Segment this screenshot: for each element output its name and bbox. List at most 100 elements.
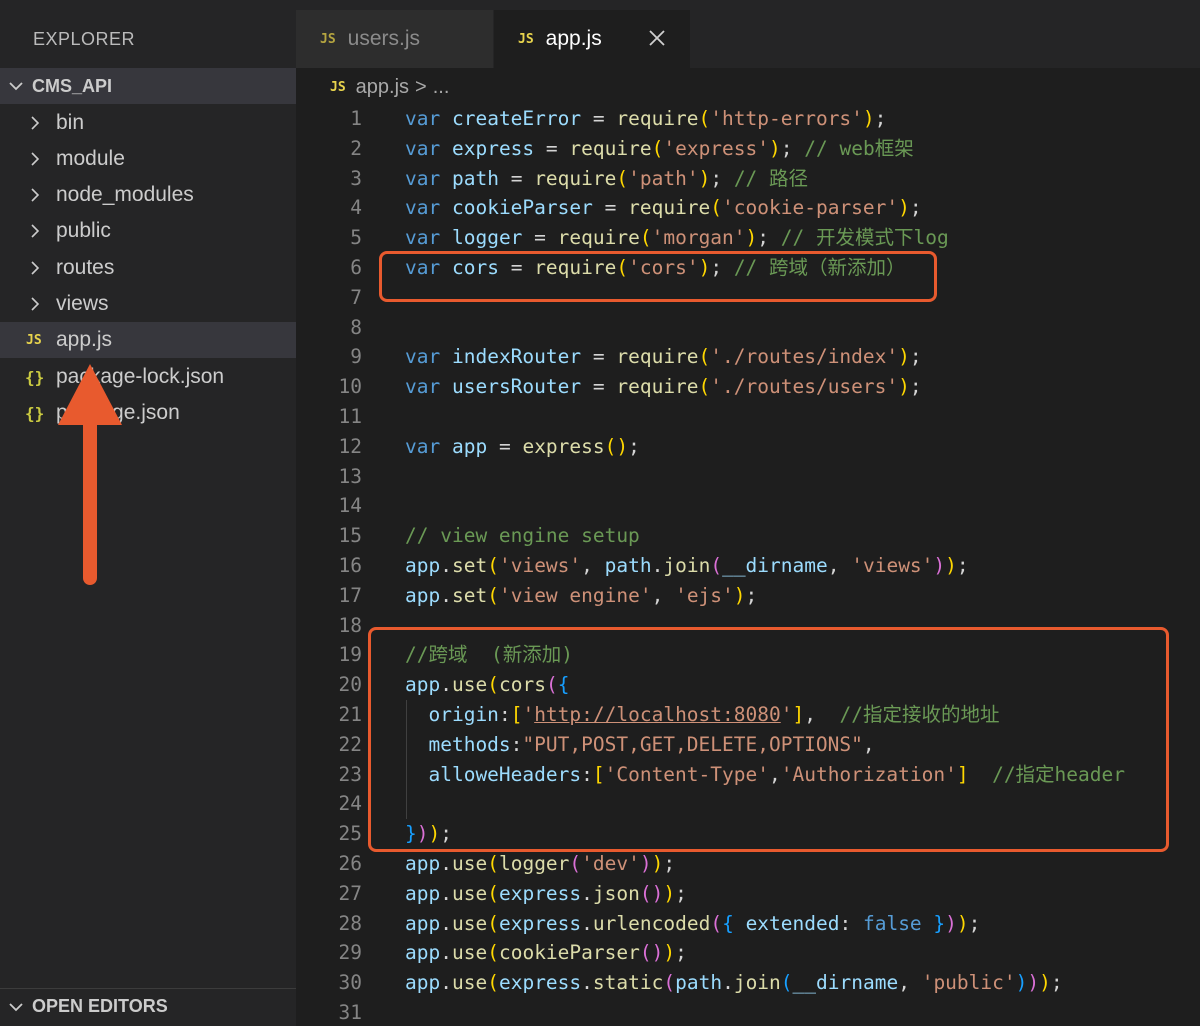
tree-item-label: package.json	[56, 401, 180, 424]
code-token: var	[405, 345, 441, 369]
code-line[interactable]: 17 app.set('view engine', 'ejs');	[296, 581, 1200, 611]
code-token: .	[440, 852, 452, 875]
js-file-icon: JS	[26, 332, 42, 348]
code-token: (	[710, 911, 723, 935]
line-number: 24	[338, 792, 362, 816]
code-token: path	[604, 554, 652, 577]
code-line[interactable]: 9 var indexRouter = require('./routes/ind…	[296, 342, 1200, 372]
code-token: )	[898, 196, 910, 220]
js-file-icon: JS	[330, 79, 346, 95]
code-token: ;	[663, 852, 676, 875]
code-token: join	[733, 971, 781, 995]
close-icon[interactable]	[646, 27, 668, 49]
code-token: (	[569, 852, 582, 875]
code-line[interactable]: 30 app.use(express.static(path.join(__dir…	[296, 968, 1200, 998]
code-line[interactable]: 11	[296, 402, 1200, 432]
explorer-title: EXPLORER	[33, 29, 136, 49]
line-number: 13	[338, 464, 362, 488]
line-number: 4	[350, 196, 362, 220]
chevron-right-icon	[30, 296, 40, 312]
code-line[interactable]: 1 var createError = require('http-errors'…	[296, 104, 1200, 134]
tree-folder-routes[interactable]: routes	[0, 250, 296, 286]
breadcrumb[interactable]: JS app.js > ...	[330, 74, 449, 100]
code-token: )	[663, 881, 676, 905]
tree-item-label: module	[56, 147, 125, 170]
tree-file-app-js[interactable]: JS app.js	[0, 322, 296, 358]
code-token: ;	[757, 226, 781, 250]
code-text: app.use(express.json());	[405, 879, 687, 909]
code-token: )	[698, 166, 711, 190]
code-token: app	[405, 852, 441, 875]
code-line[interactable]: 2 var express = require('express'); // we…	[296, 134, 1200, 164]
code-line[interactable]: 13	[296, 462, 1200, 492]
tab-app-js[interactable]: JS app.js	[494, 10, 690, 68]
code-token: logger	[451, 226, 523, 250]
code-token: app	[405, 881, 441, 905]
line-number: 14	[338, 494, 362, 518]
code-line[interactable]: 28 app.use(express.urlencoded({ extended:…	[296, 909, 1200, 939]
code-token: )	[898, 345, 910, 369]
code-text: app.use(express.static(path.join(__dirna…	[405, 968, 1063, 998]
code-text: var path = require('path'); // 路径	[405, 164, 808, 194]
code-line[interactable]: 15 // view engine setup	[296, 521, 1200, 551]
code-line[interactable]: 16 app.set('views', path.join(__dirname, …	[296, 551, 1200, 581]
code-token: )	[745, 226, 758, 250]
code-token: express	[498, 971, 582, 995]
json-file-icon: {}	[25, 403, 45, 423]
code-token: (	[710, 554, 723, 577]
project-root-header[interactable]: CMS_API	[0, 68, 296, 104]
code-line[interactable]: 31	[296, 998, 1200, 1026]
explorer-sidebar: EXPLORER CMS_API bin module node_modules…	[0, 0, 296, 1026]
code-token: 'dev'	[581, 852, 640, 875]
code-line[interactable]: 5 var logger = require('morgan'); // 开发模式…	[296, 223, 1200, 253]
code-token: )	[733, 583, 746, 607]
code-editor[interactable]: 1 var createError = require('http-errors'…	[296, 104, 1200, 1026]
tree-folder-public[interactable]: public	[0, 213, 296, 249]
code-token: =	[581, 375, 617, 399]
code-line[interactable]: 8	[296, 313, 1200, 343]
code-line[interactable]: 26 app.use(logger('dev'));	[296, 849, 1200, 879]
tab-users-js[interactable]: JS users.js	[296, 10, 493, 68]
code-line[interactable]: 10 var usersRouter = require('./routes/us…	[296, 372, 1200, 402]
code-text: var createError = require('http-errors')…	[405, 104, 886, 134]
code-token: 'views'	[498, 554, 582, 577]
code-token: (	[698, 345, 711, 369]
code-token: (	[487, 852, 499, 875]
code-token: ()	[604, 434, 629, 458]
code-line[interactable]: 12 var app = express();	[296, 432, 1200, 462]
code-token: }	[933, 911, 946, 935]
code-token: join	[663, 554, 711, 577]
line-number: 9	[350, 345, 362, 369]
tree-file-package-json[interactable]: {} package.json	[0, 395, 296, 431]
code-token: ,	[827, 554, 852, 577]
tree-item-label: bin	[56, 111, 85, 134]
breadcrumb-file[interactable]: app.js	[356, 76, 409, 99]
tree-item-label: routes	[56, 256, 115, 279]
code-text: var express = require('express'); // web…	[405, 134, 914, 164]
tree-folder-views[interactable]: views	[0, 286, 296, 322]
code-line[interactable]: 4 var cookieParser = require('cookie-pars…	[296, 193, 1200, 223]
code-token: require	[616, 345, 699, 369]
code-token: __dirname	[792, 971, 899, 995]
code-token: =	[592, 196, 629, 220]
line-number: 8	[350, 315, 362, 339]
code-line[interactable]: 3 var path = require('path'); // 路径	[296, 164, 1200, 194]
code-line[interactable]: 29 app.use(cookieParser());	[296, 938, 1200, 968]
code-token: express	[451, 136, 535, 160]
code-text: app.use(logger('dev'));	[405, 849, 675, 879]
breadcrumb-symbol[interactable]: ...	[433, 76, 450, 99]
tree-file-package-lock-json[interactable]: {} package-lock.json	[0, 359, 296, 395]
code-token: 'view engine'	[498, 583, 652, 607]
code-line[interactable]: 14	[296, 491, 1200, 521]
tree-folder-node-modules[interactable]: node_modules	[0, 177, 296, 213]
tree-folder-module[interactable]: module	[0, 141, 296, 177]
code-token: ;	[909, 345, 922, 369]
tree-folder-bin[interactable]: bin	[0, 105, 296, 141]
code-line[interactable]: 27 app.use(express.json());	[296, 879, 1200, 909]
line-number: 10	[338, 375, 362, 399]
open-editors-header[interactable]: OPEN EDITORS	[0, 988, 296, 1024]
code-token: require	[616, 107, 699, 130]
line-number: 16	[338, 554, 362, 577]
code-token: (	[487, 881, 499, 905]
